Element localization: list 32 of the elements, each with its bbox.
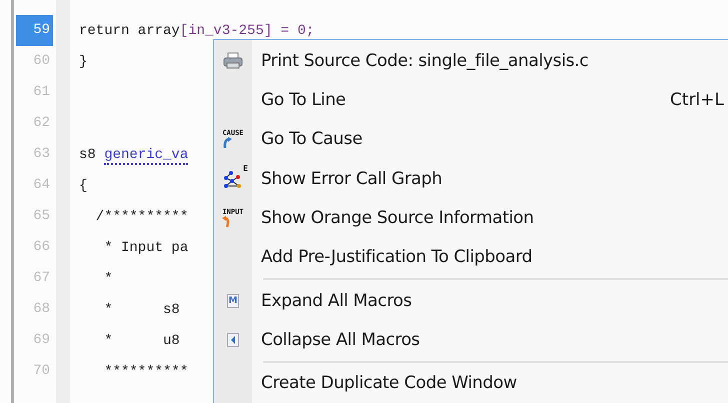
code-line: * Input pa [103,240,188,256]
code-line: /********** [94,208,188,224]
menu-item[interactable]: E Show Error Call Graph [214,159,728,198]
menu-item[interactable]: Collapse All Macros [214,320,728,360]
line-number: 61 [32,83,51,102]
line-number: 60 [32,52,51,71]
line-number: 66 [32,238,51,257]
code-line: * [103,270,113,286]
code-line: * u8 [103,332,180,348]
line-number: 67 [32,269,51,288]
shortcut-label: Ctrl+L [670,90,724,110]
code-line: { [79,178,88,194]
code-line: } [79,54,88,70]
code-line: ********** [103,364,188,380]
line-number: 65 [32,207,51,226]
menu-item[interactable]: Go To Line Ctrl+L [214,80,728,120]
printer-icon [223,52,243,70]
code-line: return array[in_v3-255] = 0; [79,22,314,38]
line-number: 68 [32,300,51,319]
menu-item[interactable]: Add Pre-Justification To Clipboard [214,238,728,278]
menu-item[interactable]: Create Duplicate Code Window [214,364,728,403]
code-line: s8 generic_va [79,146,188,162]
line-number: 62 [32,114,51,133]
line-number: 63 [32,145,51,164]
line-number: 59 [16,15,53,46]
line-number: 69 [32,331,51,350]
macro-icon: M [227,294,239,308]
line-number: 70 [32,362,51,381]
menu-item[interactable]: M Expand All Macros [214,281,728,320]
menu-item[interactable]: Print Source Code: single_file_analysis.c [214,41,728,80]
code-line: * s8 [103,302,180,318]
line-number: 64 [32,176,51,195]
